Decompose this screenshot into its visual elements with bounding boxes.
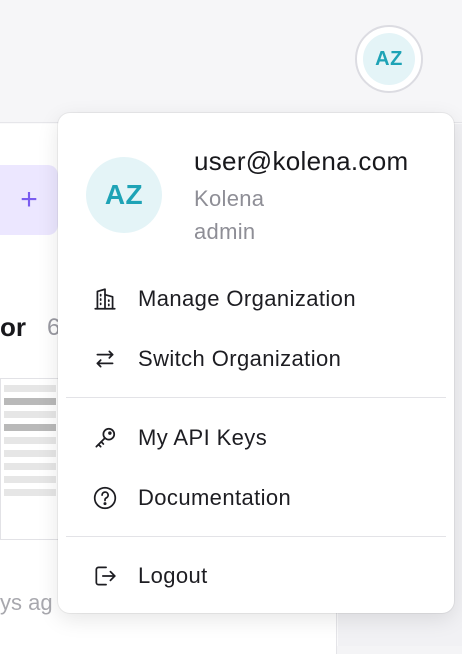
menu-divider [66,397,446,398]
user-avatar-initials: AZ [363,33,415,85]
add-button[interactable]: + [0,165,58,235]
manage-organization-item[interactable]: Manage Organization [66,275,446,323]
user-role: admin [194,219,256,244]
user-menu: AZ user@kolena.com Kolena admin Manage O… [58,113,454,613]
user-email: user@kolena.com [194,146,409,176]
building-icon [90,284,120,314]
switch-organization-label: Switch Organization [138,346,342,371]
user-organization: Kolena [194,186,265,211]
api-keys-label: My API Keys [138,425,268,450]
api-keys-item[interactable]: My API Keys [66,414,446,462]
logout-label: Logout [138,563,208,588]
background-timestamp: ys ag [0,590,53,615]
swap-arrows-icon [90,344,120,374]
documentation-item[interactable]: Documentation [66,474,446,522]
menu-divider [66,536,446,537]
documentation-label: Documentation [138,485,292,510]
manage-organization-label: Manage Organization [138,286,356,311]
user-avatar-button[interactable]: AZ [355,25,423,93]
document-thumbnail[interactable] [0,378,60,540]
background-heading: or [0,312,26,342]
logout-item[interactable]: Logout [66,552,446,600]
key-icon [90,423,120,453]
help-circle-icon [90,483,120,513]
switch-organization-item[interactable]: Switch Organization [66,335,446,383]
menu-avatar: AZ [86,157,162,233]
logout-icon [90,561,120,591]
